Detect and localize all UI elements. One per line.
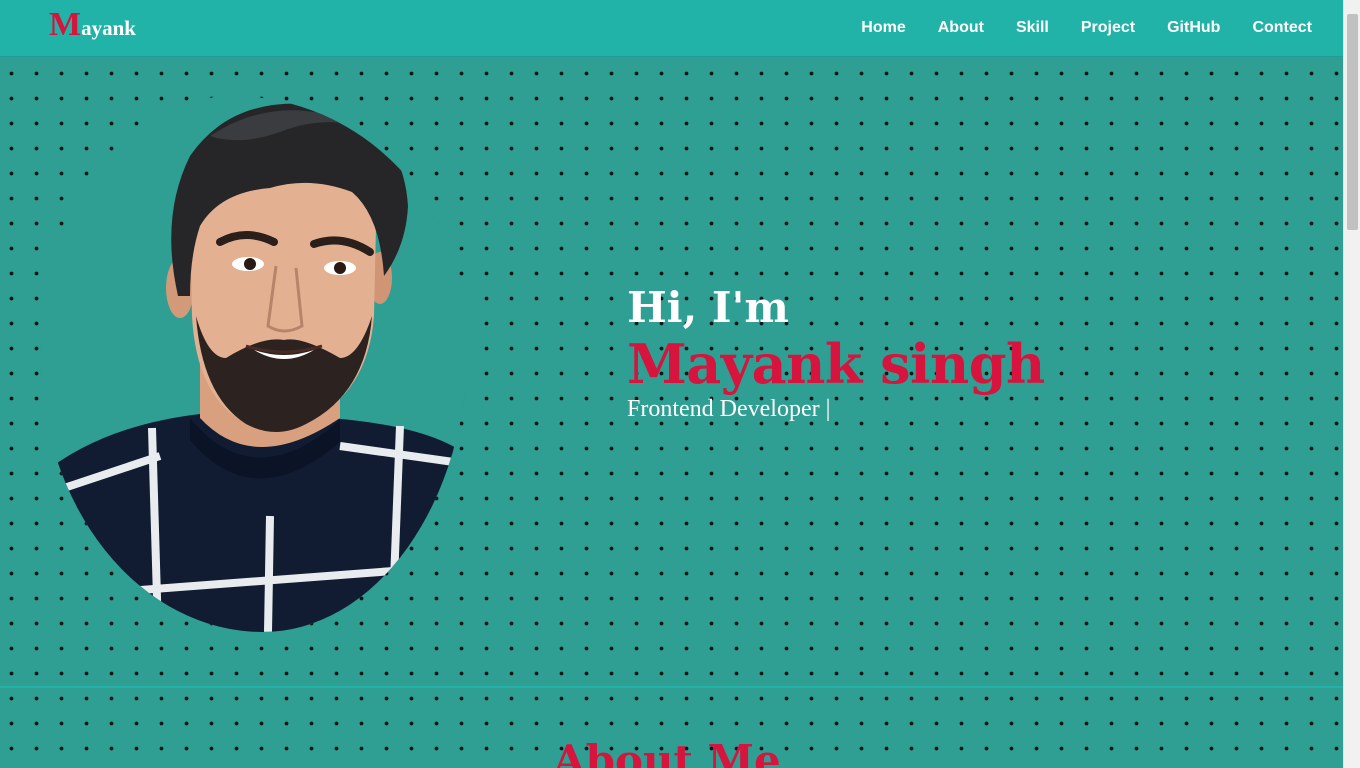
section-divider <box>0 686 1343 688</box>
page-scrollbar[interactable] <box>1343 0 1360 768</box>
profile-photo-illustration <box>40 96 468 632</box>
hero-role: Frontend Developer | <box>627 396 831 422</box>
nav-link-skill[interactable]: Skill <box>1016 19 1049 37</box>
nav-link-home[interactable]: Home <box>861 19 905 37</box>
nav-link-about[interactable]: About <box>938 19 984 37</box>
logo-text: ayank <box>81 16 136 40</box>
hero-name: Mayank singh <box>627 332 1045 396</box>
page: Mayank Home About Skill Project GitHub C… <box>0 0 1343 768</box>
scrollbar-thumb[interactable] <box>1347 14 1358 230</box>
logo[interactable]: Mayank <box>49 8 136 42</box>
nav-link-github[interactable]: GitHub <box>1167 19 1220 37</box>
hero-text: Hi, I'm Mayank singh Frontend Developer … <box>627 282 1045 424</box>
nav-link-contect[interactable]: Contect <box>1252 19 1312 37</box>
nav-menu: Home About Skill Project GitHub Contect <box>845 0 1328 56</box>
about-heading: About Me <box>553 736 781 768</box>
profile-photo <box>40 96 468 632</box>
navbar: Mayank Home About Skill Project GitHub C… <box>0 0 1343 57</box>
hero-greeting: Hi, I'm <box>627 283 789 332</box>
logo-initial: M <box>49 6 82 43</box>
nav-link-project[interactable]: Project <box>1081 19 1135 37</box>
